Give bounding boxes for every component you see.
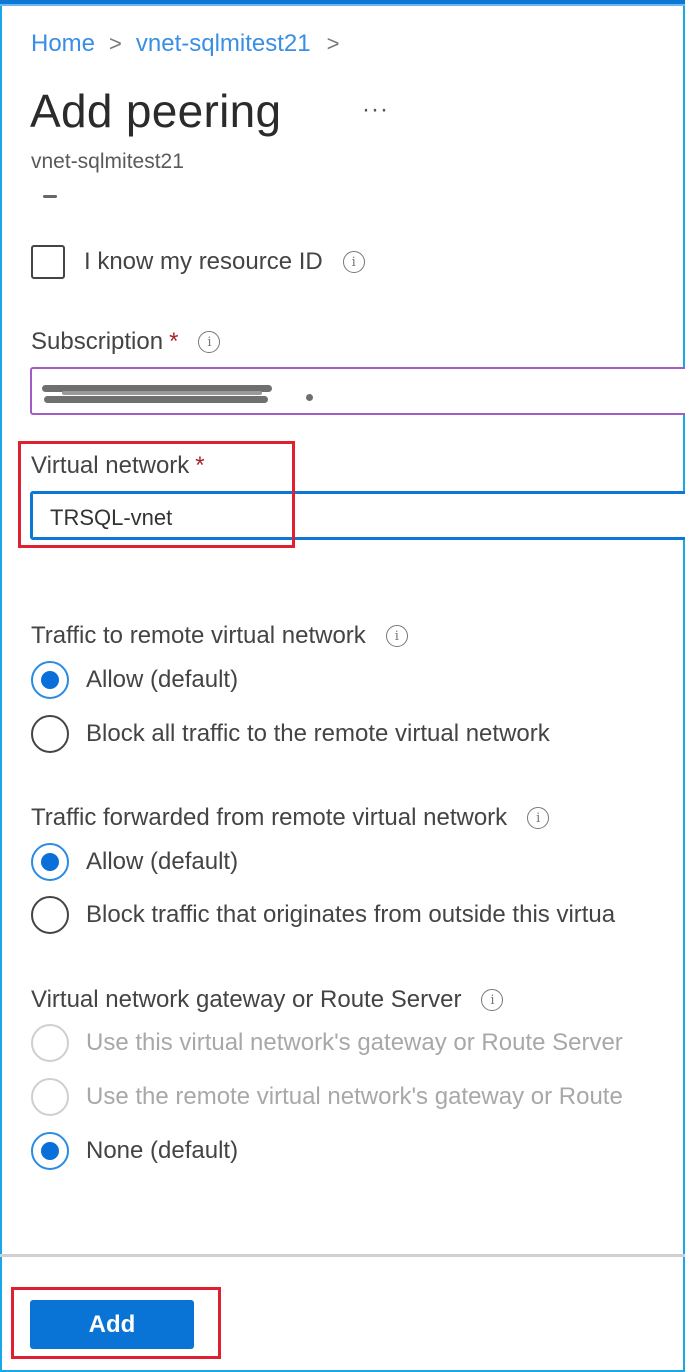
radio-button[interactable]: [31, 715, 69, 753]
redaction-stroke: [62, 391, 262, 395]
radio-label: Use this virtual network's gateway or Ro…: [86, 1029, 623, 1056]
radio-traffic-forwarded-allow[interactable]: Allow (default): [31, 843, 238, 881]
page-title: Add peering: [30, 85, 282, 137]
traffic-to-remote-label: Traffic to remote virtual network i: [31, 622, 408, 650]
radio-gateway-use-this: Use this virtual network's gateway or Ro…: [31, 1024, 623, 1062]
required-asterisk: *: [169, 328, 179, 355]
breadcrumb-vnet[interactable]: vnet-sqlmitest21: [136, 30, 311, 58]
radio-label: Block traffic that originates from outsi…: [86, 901, 616, 928]
radio-button-disabled: [31, 1024, 69, 1062]
virtual-network-label: Virtual network *: [31, 452, 205, 480]
radio-traffic-to-remote-block[interactable]: Block all traffic to the remote virtual …: [31, 715, 550, 753]
radio-button-selected[interactable]: [31, 661, 69, 699]
chevron-right-icon: >: [109, 31, 122, 56]
radio-button-selected[interactable]: [31, 843, 69, 881]
radio-label: Use the remote virtual network's gateway…: [86, 1083, 623, 1110]
gateway-label: Virtual network gateway or Route Server …: [31, 986, 504, 1014]
gateway-label-text: Virtual network gateway or Route Server: [31, 986, 462, 1013]
page-subtitle: vnet-sqlmitest21: [31, 150, 184, 173]
radio-label: None (default): [86, 1137, 239, 1164]
breadcrumb: Home > vnet-sqlmitest21 >: [31, 30, 354, 58]
footer-divider: [0, 1254, 685, 1257]
resource-id-checkbox-row: I know my resource ID i: [31, 245, 365, 279]
virtual-network-dropdown[interactable]: TRSQL-vnet: [30, 491, 685, 540]
subscription-label-text: Subscription: [31, 328, 164, 355]
subscription-dropdown[interactable]: [30, 367, 685, 415]
radio-button-disabled: [31, 1078, 69, 1116]
traffic-to-remote-label-text: Traffic to remote virtual network: [31, 622, 366, 649]
breadcrumb-home[interactable]: Home: [31, 30, 95, 58]
radio-traffic-to-remote-allow[interactable]: Allow (default): [31, 661, 238, 699]
scroll-indicator: [43, 195, 57, 198]
resource-id-checkbox-label[interactable]: I know my resource ID: [84, 248, 323, 276]
radio-gateway-none[interactable]: None (default): [31, 1132, 238, 1170]
info-icon[interactable]: i: [342, 251, 365, 273]
redaction-stroke: [44, 396, 268, 403]
add-button[interactable]: Add: [30, 1300, 194, 1349]
redaction-dot: [306, 394, 313, 401]
virtual-network-value: TRSQL-vnet: [50, 505, 173, 530]
traffic-forwarded-label-text: Traffic forwarded from remote virtual ne…: [31, 804, 508, 831]
info-icon[interactable]: i: [385, 625, 408, 647]
required-asterisk: *: [195, 452, 205, 479]
top-accent-bar-light: [0, 4, 685, 6]
more-options-button[interactable]: ···: [362, 96, 389, 124]
radio-button[interactable]: [31, 896, 69, 934]
traffic-forwarded-label: Traffic forwarded from remote virtual ne…: [31, 804, 550, 832]
info-icon[interactable]: i: [198, 331, 221, 353]
radio-label: Block all traffic to the remote virtual …: [86, 720, 550, 747]
info-icon[interactable]: i: [481, 989, 504, 1011]
chevron-right-icon: >: [326, 31, 340, 56]
radio-button-selected[interactable]: [31, 1132, 69, 1170]
radio-label: Allow (default): [86, 848, 239, 875]
radio-label: Allow (default): [86, 666, 239, 693]
radio-gateway-use-remote: Use the remote virtual network's gateway…: [31, 1078, 623, 1116]
virtual-network-label-text: Virtual network: [31, 452, 190, 479]
resource-id-checkbox[interactable]: [31, 245, 65, 279]
info-icon[interactable]: i: [527, 807, 550, 829]
radio-traffic-forwarded-block[interactable]: Block traffic that originates from outsi…: [31, 896, 615, 934]
subscription-label: Subscription * i: [31, 328, 221, 356]
